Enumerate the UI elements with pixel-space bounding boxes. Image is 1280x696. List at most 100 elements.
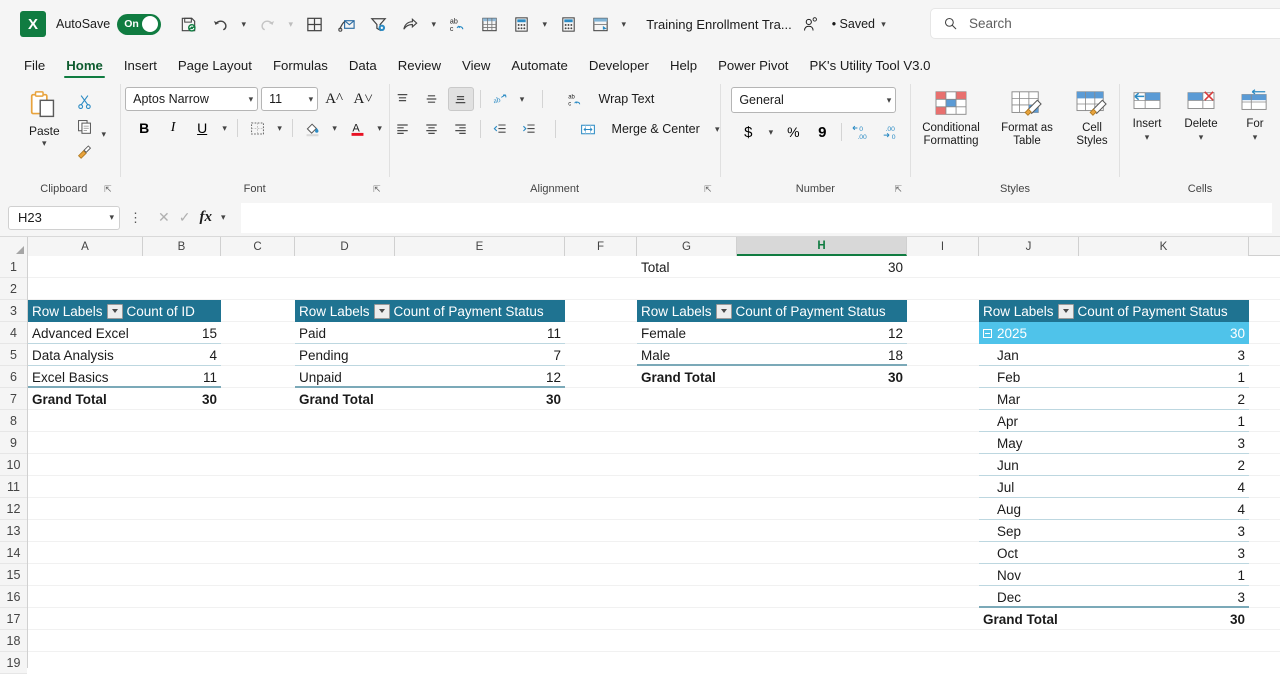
paste-button[interactable]: Paste ▾ — [17, 87, 71, 149]
mail-icon[interactable] — [331, 9, 361, 39]
cell-area[interactable]: Total 30 Row Labels Count of ID Advanced Exc… — [28, 256, 1280, 668]
pivot-row-value[interactable]: 3 — [1079, 586, 1249, 608]
column-header-H[interactable]: H — [737, 237, 907, 256]
pivot-filter-dropdown-icon[interactable] — [715, 303, 732, 319]
format-cells-button[interactable]: For ▾ — [1229, 87, 1280, 144]
share-dropdown-icon[interactable]: ▾ — [427, 19, 440, 30]
name-box-chevron-down-icon[interactable]: ▾ — [109, 212, 114, 223]
formula-chevron-down-icon[interactable]: ▾ — [221, 212, 226, 223]
tab-view[interactable]: View — [452, 55, 500, 78]
orientation-dropdown-icon[interactable]: ▾ — [516, 94, 529, 105]
wrap-text-button[interactable]: ab c — [559, 87, 591, 111]
number-dialog-launcher-icon[interactable]: ⇱ — [894, 181, 902, 197]
format-painter-button[interactable] — [71, 139, 97, 163]
row-header-6[interactable]: 6 — [0, 366, 27, 388]
tab-formulas[interactable]: Formulas — [263, 55, 338, 78]
pivot-row-label[interactable]: Male — [637, 344, 737, 366]
comma-style-button[interactable]: 9 — [809, 120, 835, 144]
row-header-18[interactable]: 18 — [0, 630, 27, 652]
merge-center-label[interactable]: Merge & Center — [612, 122, 700, 136]
font-color-dropdown-icon[interactable]: ▾ — [373, 123, 386, 134]
calculator-dropdown-icon[interactable]: ▾ — [538, 19, 551, 30]
merge-center-button[interactable] — [572, 117, 604, 141]
bold-button[interactable]: B — [131, 116, 157, 140]
calculator-icon[interactable] — [506, 9, 536, 39]
cancel-icon[interactable]: ✕ — [158, 209, 170, 226]
column-header-A[interactable]: A — [28, 237, 143, 256]
pivot-grand-total-value[interactable]: 30 — [1079, 608, 1249, 630]
pivot-row-value[interactable]: 4 — [143, 344, 221, 366]
search-input[interactable]: Search — [930, 8, 1280, 39]
borders-button[interactable] — [244, 116, 270, 140]
pivot-row-label[interactable]: Nov — [979, 564, 1079, 586]
column-header-D[interactable]: D — [295, 237, 395, 256]
row-header-2[interactable]: 2 — [0, 278, 27, 300]
pivot-row-value[interactable]: 11 — [395, 322, 565, 344]
name-box[interactable]: H23 ▾ — [8, 205, 120, 230]
pivot-row-label[interactable]: Apr — [979, 410, 1079, 432]
pivot-row-value[interactable]: 7 — [395, 344, 565, 366]
pivot-row-value[interactable]: 4 — [1079, 476, 1249, 498]
tab-pk-s-utility-tool-v3-0[interactable]: PK's Utility Tool V3.0 — [799, 55, 940, 78]
clipboard-dialog-launcher-icon[interactable]: ⇱ — [104, 181, 112, 197]
align-right-button[interactable] — [448, 117, 474, 141]
fill-color-dropdown-icon[interactable]: ▾ — [328, 123, 341, 134]
select-all-button[interactable] — [0, 237, 28, 256]
pivot-row-label[interactable]: Pending — [295, 344, 395, 366]
underline-dropdown-icon[interactable]: ▾ — [218, 123, 231, 134]
pivot-grand-total-label[interactable]: Grand Total — [979, 608, 1079, 630]
autosave-toggle[interactable]: On — [117, 13, 162, 35]
pivot-row-value[interactable]: 3 — [1079, 520, 1249, 542]
tab-automate[interactable]: Automate — [501, 55, 577, 78]
pivot-table-icon[interactable] — [474, 9, 504, 39]
pivot-filter-dropdown-icon[interactable] — [106, 303, 123, 319]
column-header-I[interactable]: I — [907, 237, 979, 256]
column-header-F[interactable]: F — [565, 237, 637, 256]
increase-decimal-button[interactable]: 0.00 — [848, 120, 874, 144]
custom-view-icon[interactable] — [585, 9, 615, 39]
increase-indent-button[interactable] — [516, 117, 542, 141]
align-middle-button[interactable] — [419, 87, 445, 111]
align-center-button[interactable] — [419, 117, 445, 141]
row-header-15[interactable]: 15 — [0, 564, 27, 586]
pivot-row-value[interactable]: 2 — [1079, 454, 1249, 476]
pivot-row-value[interactable]: 3 — [1079, 542, 1249, 564]
tab-insert[interactable]: Insert — [114, 55, 167, 78]
pivot-row-value[interactable]: 18 — [737, 344, 907, 366]
pivot-row-label[interactable]: May — [979, 432, 1079, 454]
format-cells-dropdown-icon[interactable]: ▾ — [1249, 131, 1262, 144]
saved-dropdown-icon[interactable]: ▾ — [877, 19, 890, 30]
row-header-7[interactable]: 7 — [0, 388, 27, 410]
calculate-now-icon[interactable] — [553, 9, 583, 39]
pivot-group-value[interactable]: 30 — [1079, 322, 1249, 344]
pivot-row-value[interactable]: 3 — [1079, 432, 1249, 454]
italic-button[interactable]: I — [160, 116, 186, 140]
saved-status[interactable]: • Saved — [832, 17, 875, 31]
tab-review[interactable]: Review — [388, 55, 451, 78]
pivot-row-label[interactable]: Advanced Excel — [28, 322, 143, 344]
pivot-row-value[interactable]: 1 — [1079, 366, 1249, 388]
column-header-K[interactable]: K — [1079, 237, 1249, 256]
align-bottom-button[interactable] — [447, 87, 474, 111]
decrease-font-size-button[interactable]: A˅ — [350, 87, 376, 111]
pivot-row-label[interactable]: Aug — [979, 498, 1079, 520]
pivot-row-value[interactable]: 12 — [737, 322, 907, 344]
column-header-G[interactable]: G — [637, 237, 737, 256]
row-header-11[interactable]: 11 — [0, 476, 27, 498]
pivot-row-value[interactable]: 1 — [1079, 564, 1249, 586]
pivot-grand-total-value[interactable]: 30 — [395, 388, 565, 410]
pivot-row-value[interactable]: 11 — [143, 366, 221, 388]
tab-page-layout[interactable]: Page Layout — [168, 55, 262, 78]
alignment-dialog-launcher-icon[interactable]: ⇱ — [704, 181, 712, 197]
pivot-row-value[interactable]: 15 — [143, 322, 221, 344]
pivot-filter-dropdown-icon[interactable] — [1057, 303, 1074, 319]
pivot-row-label[interactable]: Jul — [979, 476, 1079, 498]
pivot-grand-total-value[interactable]: 30 — [737, 366, 907, 388]
align-left-button[interactable] — [390, 117, 416, 141]
fill-color-button[interactable] — [299, 116, 325, 140]
row-header-3[interactable]: 3 — [0, 300, 27, 322]
pivot-row-value[interactable]: 2 — [1079, 388, 1249, 410]
document-title[interactable]: Training Enrollment Tra... — [646, 17, 791, 32]
number-format-select[interactable]: General ▾ — [731, 87, 897, 113]
spelling-icon[interactable]: ab c — [442, 9, 472, 39]
